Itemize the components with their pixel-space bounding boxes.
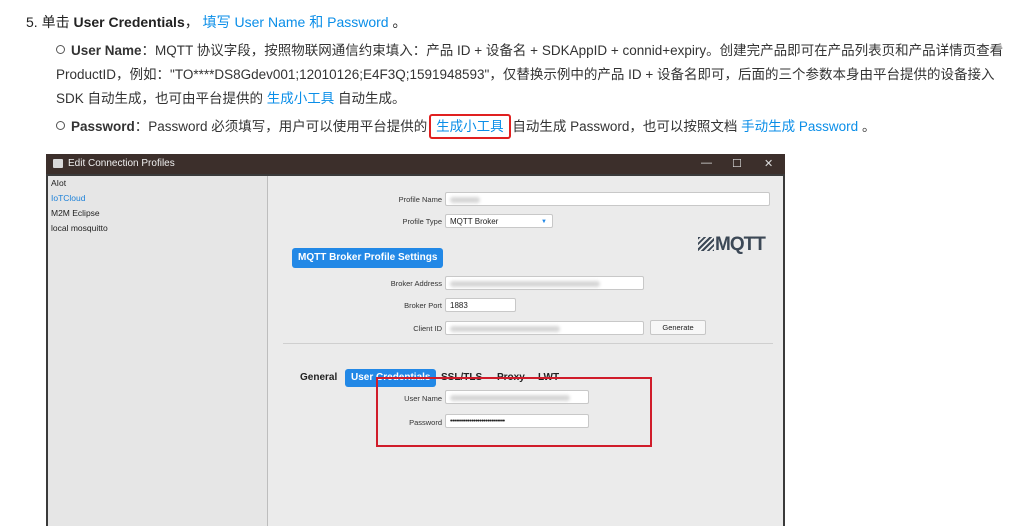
broker-address-label: Broker Address	[390, 279, 442, 288]
profile-settings-panel: Profile Name Profile Type MQTT Broker ▼ …	[268, 176, 783, 526]
bullet-text: ：Password 必须填写，用户可以使用平台提供的	[134, 119, 428, 134]
profile-item-m2m-eclipse[interactable]: M2M Eclipse	[48, 206, 267, 221]
step-name: User Credentials	[73, 14, 185, 30]
blurred-value	[450, 325, 560, 332]
profile-type-select[interactable]: MQTT Broker ▼	[445, 214, 553, 228]
profiles-sidebar: AIot IoTCloud M2M Eclipse local mosquitt…	[48, 176, 268, 526]
step-5: 5. 单击 User Credentials， 填写 User Name 和 P…	[26, 12, 406, 32]
step-sep: ，	[184, 14, 199, 30]
generate-button[interactable]: Generate	[650, 320, 706, 335]
bullet-label: User Name	[71, 43, 142, 58]
bullet-circle-icon	[56, 121, 65, 130]
profile-type-value: MQTT Broker	[450, 217, 499, 226]
profile-name-input[interactable]	[445, 192, 770, 206]
bullet-mid: 自动生成 Password，也可以按照文档	[512, 119, 738, 134]
blurred-value	[450, 196, 480, 203]
client-id-input[interactable]	[445, 321, 644, 335]
maximize-button[interactable]: ☐	[732, 157, 742, 170]
profile-item-local-mosquitto[interactable]: local mosquitto	[48, 221, 267, 236]
client-id-label: Client ID	[413, 324, 442, 333]
blurred-value	[450, 280, 600, 287]
mqtt-logo-text: MQTT	[715, 234, 766, 255]
credentials-highlight-box	[376, 377, 652, 447]
broker-port-input[interactable]: 1883	[445, 298, 516, 312]
bullet-end: 。	[861, 119, 876, 134]
manual-password-link[interactable]: 手动生成 Password	[741, 119, 858, 134]
bullet-password: Password：Password 必须填写，用户可以使用平台提供的 生成小工具…	[56, 114, 1006, 139]
bullet-tail: 自动生成。	[338, 91, 406, 106]
password-input[interactable]: ••••••••••••••••••••••••••••	[445, 414, 589, 428]
tab-general[interactable]: General	[300, 369, 337, 387]
profile-item-aiot[interactable]: AIot	[48, 176, 267, 191]
mqtt-broker-profile-settings-button[interactable]: MQTT Broker Profile Settings	[292, 248, 444, 268]
bullet-circle-icon	[56, 45, 65, 54]
bullet-text: ：MQTT 协议字段，按照物联网通信约束填入：产品 ID + 设备名 + SDK…	[56, 43, 1004, 106]
window-title: Edit Connection Profiles	[68, 158, 175, 169]
dropdown-arrow-icon: ▼	[541, 219, 547, 225]
step-number: 5.	[26, 14, 38, 30]
password-label: Password	[409, 418, 442, 427]
mqtt-logo-bars-icon	[698, 237, 714, 251]
edit-connection-profiles-window: Edit Connection Profiles — ☐ ✕ AIot IoTC…	[46, 154, 785, 526]
bullet-label: Password	[71, 119, 135, 134]
blurred-value	[450, 394, 570, 401]
profile-item-iotcloud[interactable]: IoTCloud	[48, 191, 267, 206]
broker-address-input[interactable]	[445, 276, 644, 290]
divider	[283, 343, 773, 344]
generator-tool-link[interactable]: 生成小工具	[267, 91, 335, 106]
profile-type-label: Profile Type	[402, 217, 442, 226]
document: 5. 单击 User Credentials， 填写 User Name 和 P…	[0, 0, 1019, 526]
bullet-user-name: User Name：MQTT 协议字段，按照物联网通信约束填入：产品 ID + …	[56, 39, 1006, 111]
step-end: 。	[392, 14, 407, 30]
broker-port-label: Broker Port	[404, 301, 442, 310]
close-button[interactable]: ✕	[764, 157, 773, 170]
profile-name-label: Profile Name	[398, 195, 442, 204]
window-icon	[53, 159, 63, 168]
user-name-input[interactable]	[445, 390, 589, 404]
window-titlebar: Edit Connection Profiles — ☐ ✕	[46, 154, 785, 174]
user-name-label: User Name	[404, 394, 442, 403]
step-prefix: 单击	[41, 14, 70, 30]
step-link[interactable]: 填写 User Name 和 Password	[203, 14, 389, 30]
minimize-button[interactable]: —	[701, 157, 712, 169]
mqtt-logo: MQTT	[698, 234, 766, 256]
generator-tool-link-highlighted[interactable]: 生成小工具	[429, 114, 511, 139]
